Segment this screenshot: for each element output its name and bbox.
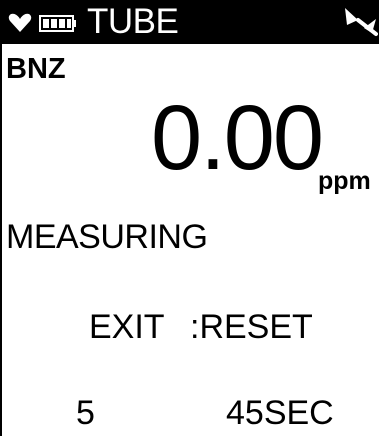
elapsed-time: 45SEC: [226, 394, 334, 432]
reading-unit: ppm: [318, 167, 371, 195]
status-bar: TUBE: [0, 0, 379, 44]
stroke-count: 5: [76, 394, 95, 432]
reset-button[interactable]: :RESET: [190, 306, 313, 348]
battery-icon: [39, 15, 77, 32]
reading-value: 0.00: [151, 87, 324, 189]
gas-name: BNZ: [6, 53, 66, 85]
measurement-status: MEASURING: [6, 218, 208, 256]
pump-icon: [342, 4, 378, 40]
mode-label: TUBE: [87, 2, 179, 41]
exit-button[interactable]: EXIT: [89, 306, 165, 348]
instrument-screen: TUBE BNZ 0.00 ppm MEASURING EXIT :RESET …: [0, 0, 379, 436]
screen-left-border: [0, 0, 2, 436]
heart-icon: [8, 13, 32, 33]
